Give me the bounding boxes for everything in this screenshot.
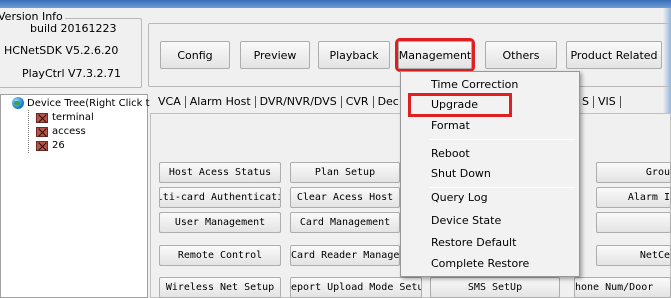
menu-item-complete-restore[interactable]: Complete Restore xyxy=(431,257,529,271)
offline-device-icon xyxy=(36,140,48,151)
group-button[interactable]: Grou xyxy=(596,162,671,183)
phone-num-door-button[interactable]: hone Num/Door xyxy=(574,277,671,298)
menu-item-format[interactable]: Format xyxy=(431,119,470,133)
menu-separator xyxy=(429,139,575,140)
window-title-strip xyxy=(0,0,671,8)
user-management-button[interactable]: User Management xyxy=(159,212,281,233)
report-upload-mode-setup-button[interactable]: eport Upload Mode Setu xyxy=(290,277,422,298)
tab-row: VCA Alarm Host DVR/NVR/DVS CVR Dec xyxy=(154,96,403,108)
remote-control-button[interactable]: Remote Control xyxy=(159,245,281,266)
tab-vis[interactable]: VIS xyxy=(594,96,621,108)
tab-dec[interactable]: Dec xyxy=(374,96,403,108)
tree-node-label: 26 xyxy=(52,140,65,151)
device-tree-root-label: Device Tree(Right Click t xyxy=(27,97,150,109)
host-acess-status-button[interactable]: Host Acess Status xyxy=(159,162,281,183)
card-reader-management-button[interactable]: Card Reader Managem xyxy=(290,245,400,266)
playctrl-version-text: PlayCtrl V7.3.2.71 xyxy=(22,67,122,80)
playback-button[interactable]: Playback xyxy=(318,41,390,69)
menu-item-time-correction[interactable]: Time Correction xyxy=(431,78,518,92)
tree-node-26[interactable]: 26 xyxy=(36,140,65,151)
tree-node-access[interactable]: access xyxy=(36,126,86,137)
preview-button[interactable]: Preview xyxy=(240,41,310,69)
card-management-button[interactable]: Card Management xyxy=(290,212,400,233)
device-tree-panel xyxy=(0,94,148,298)
alarm-input-button[interactable]: Alarm I xyxy=(596,187,671,208)
globe-icon xyxy=(12,97,24,109)
tree-node-terminal[interactable]: terminal xyxy=(36,112,94,123)
netcenter-button[interactable]: NetCe xyxy=(596,245,671,266)
management-button[interactable]: Management xyxy=(395,38,475,72)
tab-s[interactable]: S xyxy=(578,96,594,108)
tree-connector xyxy=(28,110,29,153)
tab-cvr[interactable]: CVR xyxy=(342,96,374,108)
sdk-version-text: HCNetSDK V5.2.6.20 xyxy=(4,44,119,57)
menu-item-query-log[interactable]: Query Log xyxy=(431,191,488,205)
plan-setup-button[interactable]: Plan Setup xyxy=(290,162,400,183)
tree-node-label: access xyxy=(52,126,86,137)
build-text: build 20161223 xyxy=(30,22,117,35)
menu-item-shut-down[interactable]: Shut Down xyxy=(431,167,491,181)
upgrade-highlight xyxy=(408,93,512,117)
menu-item-device-state[interactable]: Device State xyxy=(431,214,501,228)
menu-item-reboot[interactable]: Reboot xyxy=(431,147,470,161)
sms-setup-button[interactable]: SMS SetUp xyxy=(430,277,560,298)
device-tree-root[interactable]: Device Tree(Right Click t xyxy=(12,97,150,109)
tab-alarm-host[interactable]: Alarm Host xyxy=(186,96,256,108)
offline-device-icon xyxy=(36,126,48,137)
offline-device-icon xyxy=(36,112,48,123)
menu-separator xyxy=(429,187,575,188)
product-related-button[interactable]: Product Related xyxy=(566,41,662,69)
blank-right-button[interactable] xyxy=(596,212,671,233)
clear-acess-host-button[interactable]: Clear Acess Host xyxy=(290,187,400,208)
tab-vca[interactable]: VCA xyxy=(154,96,186,108)
menu-item-restore-default[interactable]: Restore Default xyxy=(431,236,516,250)
multi-card-authentication-button[interactable]: lti-card Authenticati xyxy=(159,187,281,208)
tab-dvr-nvr-dvs[interactable]: DVR/NVR/DVS xyxy=(256,96,342,108)
tab-row-right: S VIS xyxy=(578,96,621,108)
wireless-net-setup-button[interactable]: Wireless Net Setup xyxy=(159,277,281,298)
tree-node-label: terminal xyxy=(52,112,94,123)
others-button[interactable]: Others xyxy=(485,41,557,69)
config-button[interactable]: Config xyxy=(160,41,230,69)
